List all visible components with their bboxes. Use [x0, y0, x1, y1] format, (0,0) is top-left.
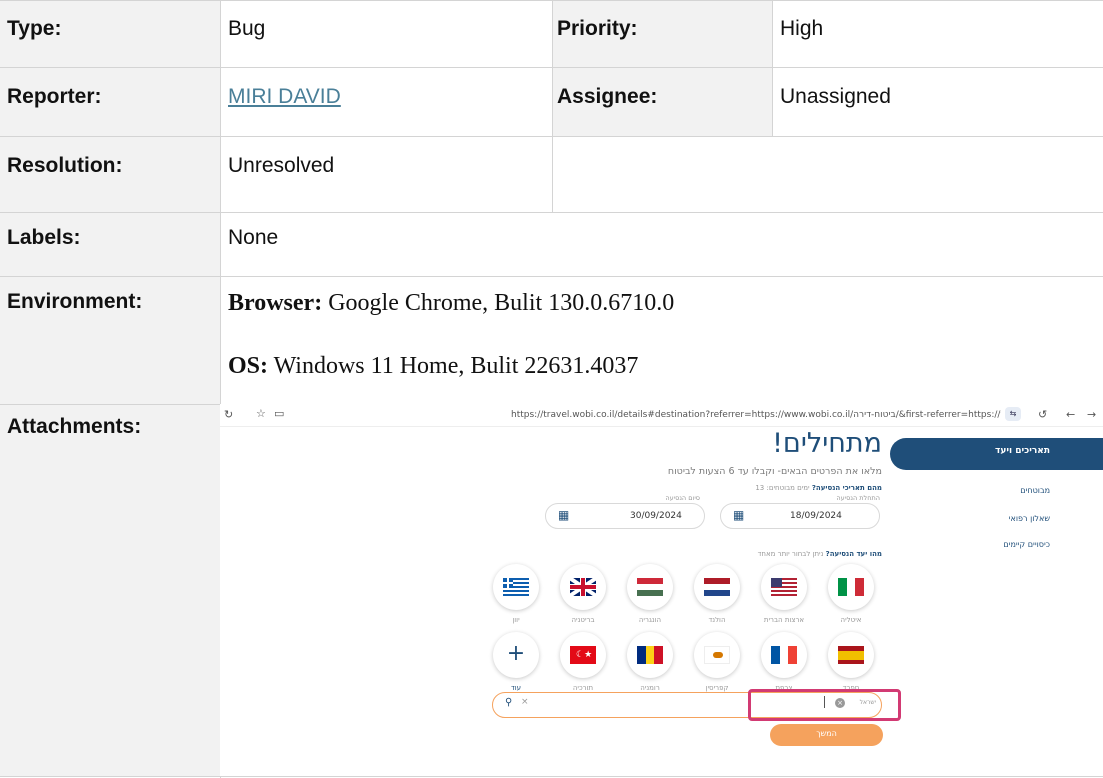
- browser-value: Google Chrome, Bulit 130.0.6710.0: [322, 290, 675, 316]
- resolution-value: Unresolved: [228, 154, 335, 177]
- calendar-icon[interactable]: ▦: [558, 508, 569, 522]
- environment-value-cell: Browser: Google Chrome, Bulit 130.0.6710…: [221, 277, 1103, 404]
- return-label: סיום הנסיעה: [665, 494, 700, 502]
- assignee-value-cell: Unassigned: [773, 68, 1103, 136]
- country-name: ארצות הברית: [763, 616, 805, 624]
- flag-hungary[interactable]: [627, 564, 673, 610]
- reporter-label-cell: Reporter:: [0, 68, 220, 136]
- flag-france[interactable]: [761, 632, 807, 678]
- country-name: הולנד: [708, 616, 726, 624]
- country-name: בריטניה: [571, 616, 595, 624]
- reporter-label: Reporter:: [7, 85, 102, 108]
- type-label-cell: Type:: [0, 1, 220, 67]
- country-name: יוון: [512, 616, 520, 624]
- flag-usa[interactable]: [761, 564, 807, 610]
- clear-icon[interactable]: ×: [521, 697, 529, 707]
- country-name: תורכיה: [572, 684, 594, 692]
- os-value: Windows 11 Home, Bulit 22631.4037: [268, 353, 639, 379]
- tab-icon[interactable]: ▭: [274, 407, 284, 420]
- flag-netherlands[interactable]: [694, 564, 740, 610]
- attachment-screenshot[interactable]: ↻ ☆ ▭ https://travel.wobi.co.il/details#…: [220, 404, 1103, 776]
- departure-label: התחלת הנסיעה: [836, 494, 880, 502]
- selected-chip-remove-icon[interactable]: ×: [835, 698, 845, 708]
- assignee-label: Assignee:: [557, 85, 658, 108]
- resolution-label-cell: Resolution:: [0, 137, 220, 212]
- forward-icon[interactable]: →: [1087, 408, 1096, 421]
- assignee-value: Unassigned: [780, 85, 891, 108]
- country-name: קפריסין: [705, 684, 729, 692]
- labels-value: None: [228, 226, 279, 249]
- sidebar-item-insured[interactable]: מבוטחים: [920, 486, 1050, 495]
- continue-label: המשך: [816, 729, 837, 738]
- flag-turkey[interactable]: ☾★: [560, 632, 606, 678]
- resolution-value-cell: Unresolved: [221, 137, 552, 212]
- page-subtitle: מלאו את הפרטים הבאים- וקבלו עד 6 הצעות ל…: [667, 466, 882, 477]
- selected-chip: ישראל: [859, 699, 876, 706]
- environment-label: Environment:: [7, 290, 143, 313]
- environment-browser: Browser: Google Chrome, Bulit 130.0.6710…: [228, 290, 1103, 317]
- rule: [0, 776, 1103, 777]
- page-title: מתחילים!: [772, 428, 882, 459]
- dates-question: מהם תאריכי הנסיעה?: [811, 484, 882, 492]
- reporter-link[interactable]: MIRI DAVID: [228, 85, 341, 108]
- star-icon[interactable]: ☆: [256, 407, 266, 420]
- country-name: רומניה: [640, 684, 660, 692]
- type-value-cell: Bug: [221, 1, 552, 67]
- flag-uk[interactable]: [560, 564, 606, 610]
- priority-value: High: [780, 17, 824, 40]
- destination-question-row: מהו יעד הנסיעה? ניתן לבחור יותר מאחד: [550, 550, 882, 558]
- more-label: עוד: [510, 684, 522, 692]
- type-value: Bug: [228, 17, 266, 40]
- more-countries-button[interactable]: +: [493, 632, 539, 678]
- priority-value-cell: High: [773, 1, 1103, 67]
- assignee-label-cell: Assignee:: [553, 68, 772, 136]
- sidebar-active-label: תאריכים ויעד: [995, 446, 1050, 456]
- sidebar-item-existing[interactable]: כיסויים קיימים: [920, 540, 1050, 549]
- calendar-icon[interactable]: ▦: [733, 508, 744, 522]
- environment-label-cell: Environment:: [0, 277, 220, 404]
- search-icon: ⚲: [505, 697, 513, 708]
- labels-label-cell: Labels:: [0, 213, 220, 276]
- priority-label-cell: Priority:: [553, 1, 772, 67]
- sidebar-item-medical[interactable]: שאלון רפואי: [920, 514, 1050, 523]
- dates-question-row: מהם תאריכי הנסיעה? ימים מבוטחים: 13: [550, 484, 882, 492]
- plus-icon: +: [506, 641, 526, 666]
- return-date-value: 30/09/2024: [630, 511, 682, 521]
- dates-count: ימים מבוטחים: 13: [755, 484, 810, 492]
- attachments-label-cell: Attachments:: [0, 405, 220, 776]
- flag-greece[interactable]: [493, 564, 539, 610]
- text-cursor: [824, 696, 825, 708]
- flag-italy[interactable]: [828, 564, 874, 610]
- destination-question: מהו יעד הנסיעה?: [825, 550, 882, 558]
- reload-icon[interactable]: ↺: [1038, 408, 1047, 421]
- resolution-label: Resolution:: [7, 154, 123, 177]
- site-settings-icon[interactable]: ⇆: [1005, 407, 1021, 421]
- browser-key: Browser:: [228, 290, 323, 316]
- country-name: איטליה: [840, 616, 862, 624]
- priority-label: Priority:: [557, 17, 638, 40]
- country-name: הונגריה: [638, 616, 662, 624]
- destination-hint: ניתן לבחור יותר מאחד: [757, 550, 824, 558]
- environment-os: OS: Windows 11 Home, Bulit 22631.4037: [228, 353, 1103, 380]
- labels-label: Labels:: [7, 226, 81, 249]
- labels-value-cell: None: [221, 213, 1103, 276]
- os-key: OS:: [228, 353, 269, 379]
- departure-date-value: 18/09/2024: [790, 511, 842, 521]
- refresh-icon[interactable]: ↻: [224, 408, 233, 421]
- flag-romania[interactable]: [627, 632, 673, 678]
- flag-cyprus[interactable]: [694, 632, 740, 678]
- attachments-label: Attachments:: [7, 415, 142, 438]
- address-url[interactable]: https://travel.wobi.co.il/details#destin…: [511, 410, 1001, 420]
- reporter-value-cell: MIRI DAVID: [221, 68, 552, 136]
- back-icon[interactable]: ←: [1066, 408, 1075, 421]
- type-label: Type:: [7, 17, 62, 40]
- flag-spain[interactable]: [828, 632, 874, 678]
